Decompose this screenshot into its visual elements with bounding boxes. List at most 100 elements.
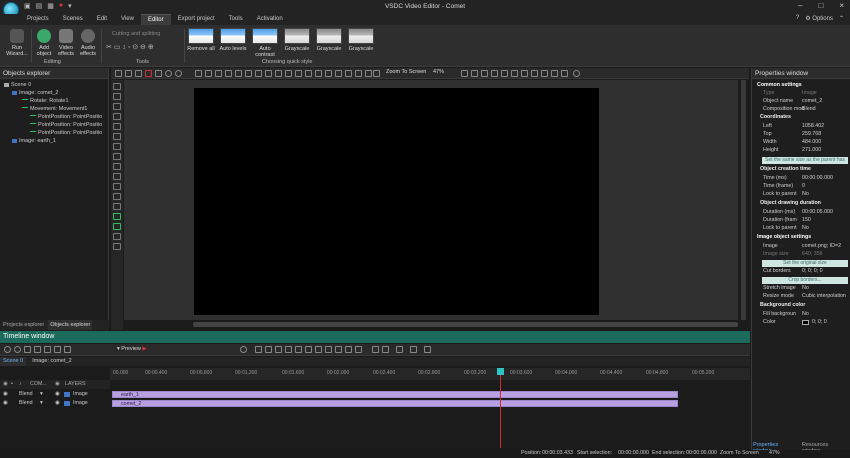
help-icon[interactable]: ?: [796, 15, 799, 22]
bring-forward-icon[interactable]: [255, 70, 262, 77]
video-tool-icon[interactable]: [113, 93, 121, 100]
frame-icon[interactable]: [551, 70, 558, 77]
playhead-line[interactable]: [500, 368, 501, 448]
prop-time-frame[interactable]: Time (frame) 0: [752, 183, 850, 191]
grid-icon[interactable]: [471, 70, 478, 77]
align-center-icon[interactable]: [205, 70, 212, 77]
snap-timeline-icon[interactable]: [372, 346, 379, 353]
tree-node-movement[interactable]: Movement: Movement1: [22, 106, 87, 112]
snap-icon[interactable]: [481, 70, 488, 77]
align-left-icon[interactable]: [195, 70, 202, 77]
tab-properties-window[interactable]: Properties window: [751, 440, 800, 454]
quick-style-grayscale-3[interactable]: Grayscale: [347, 28, 375, 54]
pointer-tool-icon[interactable]: [113, 83, 121, 90]
animation-tool-icon[interactable]: [113, 203, 121, 210]
menu-scenes[interactable]: Scenes: [56, 14, 90, 25]
prop-object-name[interactable]: Object name comet_2: [752, 98, 850, 106]
lock-header-icon[interactable]: ▪: [11, 381, 13, 387]
zoom-out-icon[interactable]: [34, 346, 41, 353]
section-drawing-duration[interactable]: Object drawing duration: [752, 200, 850, 208]
crop-borders-button[interactable]: Crop borders...: [752, 277, 850, 285]
go-start-icon[interactable]: [255, 346, 262, 353]
track-blend[interactable]: Blend: [19, 400, 33, 406]
next-frame-icon[interactable]: [305, 346, 312, 353]
tab-resources-window[interactable]: Resources window: [800, 440, 850, 454]
prop-image[interactable]: Image comet.png; ID=2: [752, 243, 850, 251]
hand-icon[interactable]: [531, 70, 538, 77]
align-bottom-icon[interactable]: [245, 70, 252, 77]
section-common-settings[interactable]: Common settings: [752, 82, 850, 90]
tree-node-pointposition-2[interactable]: PointPosition: PointPositio: [30, 122, 102, 128]
stack-icon[interactable]: [365, 70, 372, 77]
menu-export-project[interactable]: Export project: [171, 14, 222, 25]
video-effects-button[interactable]: Video effects: [55, 29, 77, 57]
clip-comet[interactable]: comet_2: [112, 400, 678, 407]
ungroup-icon[interactable]: [325, 70, 332, 77]
section-coordinates[interactable]: Coordinates: [752, 114, 850, 122]
audio-header-icon[interactable]: ♪: [19, 381, 22, 387]
tree-node-rotate[interactable]: Rotate: Rotate1: [22, 98, 69, 104]
group-icon[interactable]: [315, 70, 322, 77]
quick-style-auto-levels[interactable]: Auto levels: [219, 28, 247, 54]
prop-top[interactable]: Top 259.768: [752, 131, 850, 139]
ellipse-tool-icon[interactable]: [113, 133, 121, 140]
eye-icon[interactable]: ◉: [3, 381, 8, 387]
crop-icon[interactable]: [561, 70, 568, 77]
paste-icon[interactable]: [135, 70, 142, 77]
rectangle-tool-icon[interactable]: [113, 123, 121, 130]
undo-icon[interactable]: [165, 70, 172, 77]
tree-node-pointposition-1[interactable]: PointPosition: PointPositio: [30, 114, 102, 120]
arrange-icon[interactable]: [355, 70, 362, 77]
trim-icon[interactable]: [355, 346, 362, 353]
move-down-icon[interactable]: [305, 70, 312, 77]
settings-gear-icon[interactable]: [573, 70, 580, 77]
track-dropdown-icon[interactable]: ▾: [40, 391, 43, 397]
move-tool-icon[interactable]: [113, 243, 121, 250]
image-tool-icon[interactable]: [113, 103, 121, 110]
prop-height[interactable]: Height 271.000: [752, 147, 850, 155]
lock-icon[interactable]: [521, 70, 528, 77]
expand-icon[interactable]: ⌃: [839, 15, 844, 22]
canvas-vertical-scrollbar[interactable]: [741, 80, 746, 320]
subtitle-tool-icon[interactable]: [113, 163, 121, 170]
prop-width[interactable]: Width 484.000: [752, 139, 850, 147]
tab-scene-0[interactable]: Scene 0: [0, 357, 27, 366]
prop-composition-mode[interactable]: Composition mod Blend: [752, 106, 850, 114]
view-icon[interactable]: [511, 70, 518, 77]
ruler-icon[interactable]: [501, 70, 508, 77]
align-top-icon[interactable]: [225, 70, 232, 77]
step-back-icon[interactable]: [265, 346, 272, 353]
volume-icon[interactable]: [410, 346, 417, 353]
options-button[interactable]: ⚙ Options: [805, 15, 833, 22]
remove-track-icon[interactable]: [14, 346, 21, 353]
color-swatch[interactable]: [802, 320, 809, 325]
prop-cut-borders[interactable]: Cut borders 0; 0; 0; 0: [752, 268, 850, 276]
section-image-settings[interactable]: Image object settings: [752, 234, 850, 242]
scene-canvas[interactable]: [194, 88, 599, 315]
quick-style-grayscale-2[interactable]: Grayscale: [315, 28, 343, 54]
align-middle-icon[interactable]: [235, 70, 242, 77]
delete-icon[interactable]: [145, 70, 152, 77]
close-icon[interactable]: ×: [839, 1, 844, 10]
play-back-icon[interactable]: [285, 346, 292, 353]
same-size-button[interactable]: Set the same size as the parent has: [752, 157, 850, 165]
quick-style-grayscale-1[interactable]: Grayscale: [283, 28, 311, 54]
audio-tool-icon[interactable]: [113, 183, 121, 190]
tools-icons[interactable]: ✂ ▭ ↕ ◦ ⊙ ⊖ ⊕: [106, 43, 154, 51]
track-row-comet[interactable]: ◉ Blend ▾ ◉ Image: [0, 400, 110, 408]
track-eye-icon[interactable]: ◉: [3, 400, 8, 406]
prop-fill-background[interactable]: Fill backgroun No: [752, 311, 850, 319]
line-tool-icon[interactable]: [113, 113, 121, 120]
menu-edit[interactable]: Edit: [90, 14, 114, 25]
menu-editor[interactable]: Editor: [140, 14, 171, 25]
menu-projects[interactable]: Projects: [20, 14, 56, 25]
playhead-marker[interactable]: [497, 368, 504, 375]
track-eye-icon[interactable]: ◉: [55, 400, 60, 406]
send-back-icon[interactable]: [285, 70, 292, 77]
add-object-button[interactable]: Add object: [33, 29, 55, 57]
pen-tool-icon[interactable]: [113, 143, 121, 150]
menu-tools[interactable]: Tools: [222, 14, 250, 25]
clip-earth[interactable]: earth_1: [112, 391, 678, 398]
section-creation-time[interactable]: Object creation time: [752, 166, 850, 174]
tab-projects-explorer[interactable]: Projects explorer: [1, 320, 46, 330]
